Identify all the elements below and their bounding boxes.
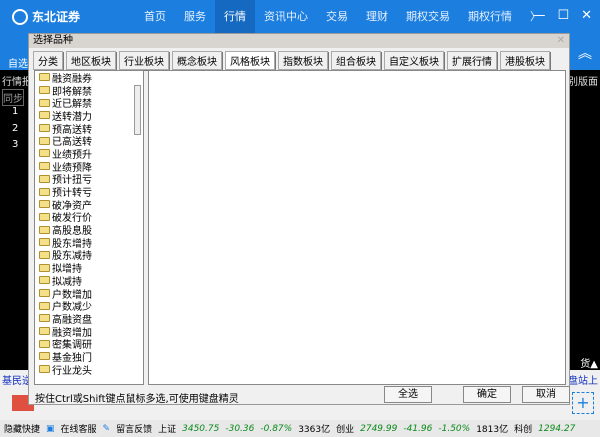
folder-icon — [39, 225, 50, 234]
nav-options-quotes[interactable]: 期权行情 — [459, 0, 521, 35]
dialog-title-bar: 选择品种 ✕ — [29, 34, 569, 48]
collapse-icon[interactable]: ︽ — [578, 43, 592, 63]
folder-icon — [39, 111, 50, 120]
tree-item-label: 行业龙头 — [52, 365, 92, 377]
title-bar: 东北证券 首页 服务 行情 资讯中心 交易 理财 期权交易 期权行情 〉 — ☐… — [0, 0, 600, 35]
index-change: -41.96 — [403, 423, 433, 434]
ok-button[interactable]: 确定 — [463, 386, 511, 403]
index-name[interactable]: 科创 — [514, 422, 532, 435]
index-pct: -1.50% — [438, 423, 471, 434]
folder-icon — [39, 301, 50, 310]
folder-icon — [39, 124, 50, 133]
tab-bar: 分类 地区板块 行业板块 概念板块 风格板块 指数板块 组合板块 自定义板块 扩展行情 港股板块 — [29, 48, 569, 70]
nav-options-trade[interactable]: 期权交易 — [397, 0, 459, 35]
folder-icon — [39, 149, 50, 158]
folder-icon — [39, 352, 50, 361]
index-name[interactable]: 上证 — [158, 422, 176, 435]
select-symbol-dialog: 选择品种 ✕ 分类 地区板块 行业板块 概念板块 风格板块 指数板块 组合板块 自定义板块 扩展行… — [28, 33, 570, 405]
folder-icon — [39, 86, 50, 95]
folder-icon — [39, 212, 50, 221]
chat-icon: ▣ — [46, 423, 55, 434]
index-value: 2749.99 — [360, 423, 398, 434]
hint-text: 按住Ctrl或Shift键点鼠标多选,可使用键盘精灵 — [35, 394, 239, 405]
row-number: 1 — [12, 106, 19, 117]
logo-icon — [12, 8, 28, 25]
favorites-label[interactable]: 自选 — [8, 55, 28, 70]
nav-service[interactable]: 服务 — [175, 0, 215, 35]
row-number: 2 — [12, 123, 19, 134]
main-nav: 首页 服务 行情 资讯中心 交易 理财 期权交易 期权行情 〉 — [135, 0, 550, 35]
index-change: -30.36 — [225, 423, 255, 434]
hide-shortcuts[interactable]: 隐藏快捷 — [4, 422, 40, 435]
select-all-button[interactable]: 全选 — [384, 386, 432, 403]
folder-icon — [39, 200, 50, 209]
tab[interactable]: 行业板块 — [119, 51, 169, 70]
status-bar: 隐藏快捷 ▣ 在线客服 ✎ 留言反馈 上证 3450.75 -30.36 -0.87… — [0, 420, 600, 437]
folder-icon — [39, 250, 50, 259]
tab[interactable]: 扩展行情 — [447, 51, 497, 70]
symbol-list[interactable] — [148, 70, 566, 385]
tab[interactable]: 地区板块 — [66, 51, 116, 70]
folder-icon — [39, 276, 50, 285]
logo-text: 东北证券 — [32, 10, 81, 24]
tab[interactable]: 自定义板块 — [384, 51, 444, 70]
folder-icon — [39, 365, 50, 374]
nav-news[interactable]: 资讯中心 — [255, 0, 317, 35]
dock-link[interactable]: 盘站上 — [568, 372, 598, 387]
layout-label[interactable]: 别版面 — [568, 73, 598, 88]
scrollbar-thumb[interactable] — [134, 85, 141, 135]
sync-button[interactable]: 同步 — [2, 89, 24, 106]
nav-trade[interactable]: 交易 — [317, 0, 357, 35]
cancel-button[interactable]: 取消 — [522, 386, 570, 403]
folder-icon — [39, 314, 50, 323]
row-number: 3 — [12, 139, 19, 150]
index-volume: 1813亿 — [476, 425, 509, 435]
dialog-title: 选择品种 — [33, 35, 73, 46]
folder-icon — [39, 73, 50, 82]
tab[interactable]: 分类 — [33, 51, 63, 70]
tab[interactable]: 风格板块 — [225, 51, 275, 70]
nav-finance[interactable]: 理财 — [357, 0, 397, 35]
folder-icon — [39, 238, 50, 247]
dialog-close-button[interactable]: ✕ — [557, 34, 565, 48]
edit-icon: ✎ — [102, 423, 111, 434]
category-tree: 融资融券 即将解禁 近已解禁 送转潜力 预高送转 已高送转 业绩预升 业绩预降 预计扭亏 预计转亏… — [34, 70, 144, 385]
goods-label[interactable]: 货▲ — [580, 355, 598, 370]
logo: 东北证券 — [12, 8, 80, 25]
index-name[interactable]: 创业 — [336, 422, 354, 435]
index-value: 1294.27 — [538, 423, 576, 434]
folder-icon — [39, 339, 50, 348]
folder-icon — [39, 327, 50, 336]
online-service[interactable]: 在线客服 — [61, 422, 97, 435]
folder-icon — [39, 98, 50, 107]
tree-item[interactable]: 行业龙头 — [35, 363, 143, 377]
add-icon[interactable]: + — [572, 392, 594, 414]
index-pct: -0.87% — [260, 423, 293, 434]
folder-icon — [39, 162, 50, 171]
close-button[interactable]: ✕ — [581, 8, 592, 23]
nav-quotes[interactable]: 行情 — [215, 0, 255, 35]
nav-home[interactable]: 首页 — [135, 0, 175, 35]
tab[interactable]: 指数板块 — [278, 51, 328, 70]
index-volume: 3363亿 — [298, 425, 331, 435]
minimize-button[interactable]: — — [532, 8, 545, 23]
index-value: 3450.75 — [182, 423, 220, 434]
feedback[interactable]: 留言反馈 — [116, 422, 152, 435]
tab[interactable]: 港股板块 — [500, 51, 550, 70]
folder-icon — [39, 136, 50, 145]
maximize-button[interactable]: ☐ — [557, 8, 569, 23]
tab[interactable]: 概念板块 — [172, 51, 222, 70]
tab[interactable]: 组合板块 — [331, 51, 381, 70]
folder-icon — [39, 187, 50, 196]
folder-icon — [39, 263, 50, 272]
folder-icon — [39, 174, 50, 183]
folder-icon — [39, 289, 50, 298]
